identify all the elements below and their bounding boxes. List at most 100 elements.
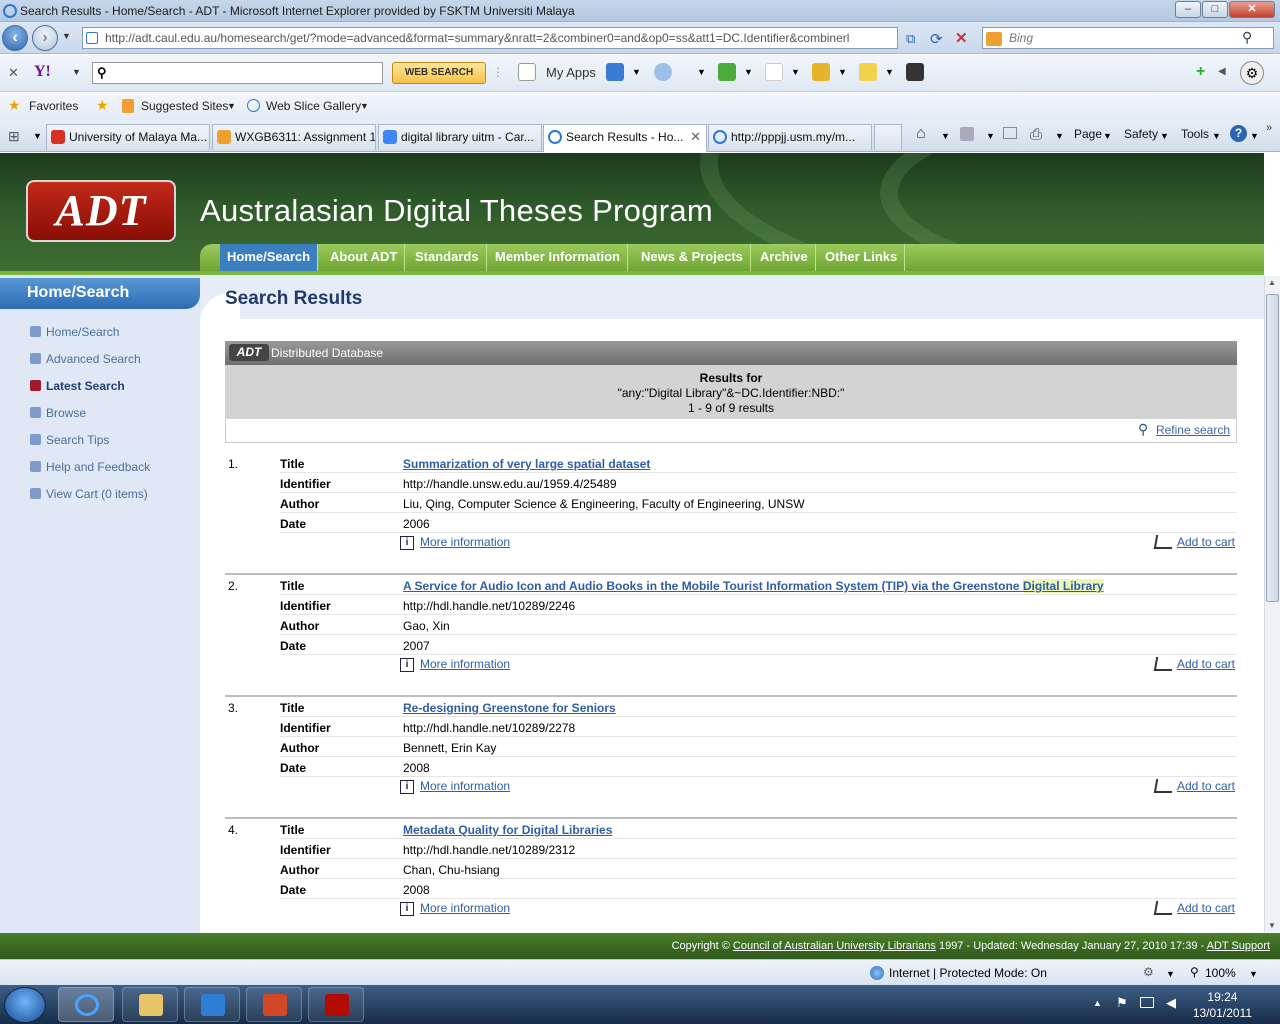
web-search-button[interactable]: WEB SEARCH [392, 62, 486, 84]
taskbar-powerpoint[interactable] [246, 987, 302, 1022]
protected-dropdown-icon[interactable]: ▼ [1166, 969, 1175, 979]
answers-dropdown-icon[interactable]: ▼ [838, 67, 847, 77]
weather-dropdown-icon[interactable]: ▼ [697, 67, 706, 77]
minimize-button[interactable]: – [1175, 1, 1201, 18]
nav-archive[interactable]: Archive [753, 244, 816, 271]
ebay-icon[interactable] [859, 63, 877, 81]
chevron-more-icon[interactable]: » [1266, 122, 1272, 134]
window-title-bar[interactable]: Search Results - Home/Search - ADT - Mic… [0, 0, 1280, 22]
adt-support-link[interactable]: ADT Support [1207, 940, 1270, 952]
web-slice-gallery-link[interactable]: Web Slice Gallery [266, 99, 361, 113]
protected-mode-icon[interactable]: ⚙ [1143, 965, 1154, 979]
safety-menu[interactable]: Safety [1124, 127, 1158, 141]
quick-tabs-icon[interactable]: ⊞ [8, 128, 20, 145]
caul-link[interactable]: Council of Australian University Librari… [733, 940, 936, 952]
tab-search-results[interactable]: Search Results - Ho... ✕ [543, 124, 707, 152]
maximize-button[interactable]: □ [1202, 1, 1228, 18]
sidebar-item-browse[interactable]: Browse [30, 406, 86, 420]
close-tab-icon[interactable]: ✕ [690, 125, 701, 149]
page-menu[interactable]: Page [1074, 127, 1102, 141]
taskbar-ie[interactable] [58, 987, 114, 1022]
scroll-left-icon[interactable]: ◀ [1218, 66, 1226, 77]
my-apps-button[interactable]: My Apps [546, 65, 596, 80]
scroll-up-icon[interactable]: ▲ [1268, 278, 1276, 287]
suggested-sites-link[interactable]: Suggested Sites [141, 99, 228, 113]
tab-list-dropdown-icon[interactable]: ▼ [33, 131, 42, 141]
finance-dropdown-icon[interactable]: ▼ [744, 67, 753, 77]
mail-icon[interactable] [606, 63, 624, 81]
action-center-flag-icon[interactable]: ⚑ [1116, 995, 1128, 1011]
sidebar-item-view-cart[interactable]: View Cart (0 items) [30, 487, 148, 501]
help-icon[interactable]: ? [1230, 125, 1247, 142]
ebay-dropdown-icon[interactable]: ▼ [885, 67, 894, 77]
sidebar-item-home-search[interactable]: Home/Search [30, 325, 119, 339]
zoom-dropdown-icon[interactable]: ▼ [1249, 969, 1258, 979]
tools-menu[interactable]: Tools [1181, 127, 1209, 141]
amazon-icon[interactable] [906, 63, 924, 81]
nav-other-links[interactable]: Other Links [818, 244, 906, 271]
more-information-link[interactable]: i More information [400, 657, 510, 672]
home-icon[interactable]: ⌂ [916, 125, 926, 143]
yahoo-logo[interactable]: Y! [34, 63, 51, 81]
forward-button[interactable]: › [32, 25, 58, 51]
taskbar-media-player[interactable] [184, 987, 240, 1022]
sidebar-item-advanced-search[interactable]: Advanced Search [30, 352, 141, 366]
search-icon[interactable]: ⚲ [1242, 29, 1252, 46]
tools-dropdown-icon[interactable]: ▼ [1212, 131, 1221, 141]
flickr-dropdown-icon[interactable]: ▼ [791, 67, 800, 77]
safety-dropdown-icon[interactable]: ▼ [1160, 131, 1169, 141]
search-box[interactable]: Bing [982, 27, 1274, 49]
taskbar-acrobat[interactable] [308, 987, 364, 1022]
stop-icon[interactable]: ✕ [955, 29, 968, 47]
tab-digital-library-uitm[interactable]: digital library uitm - Car... [378, 124, 542, 150]
add-to-cart-link[interactable]: Add to cart [1153, 901, 1235, 915]
result-title-link[interactable]: A Service for Audio Icon and Audio Books… [403, 579, 1104, 593]
scrollbar-thumb[interactable] [1266, 294, 1279, 602]
home-dropdown-icon[interactable]: ▼ [941, 131, 950, 141]
tab-pppjj-usm[interactable]: http://pppjj.usm.my/m... [708, 124, 872, 150]
page-dropdown-icon[interactable]: ▼ [1103, 131, 1112, 141]
print-icon[interactable]: ⎙ [1030, 126, 1042, 143]
result-title-link[interactable]: Summarization of very large spatial data… [403, 457, 650, 471]
add-to-cart-link[interactable]: Add to cart [1153, 535, 1235, 549]
new-tab-button[interactable] [874, 124, 902, 150]
mail-dropdown-icon[interactable]: ▼ [632, 67, 641, 77]
favorites-button[interactable]: Favorites [29, 99, 78, 113]
add-icon[interactable]: + [1196, 63, 1205, 81]
more-information-link[interactable]: i More information [400, 779, 510, 794]
security-zone[interactable]: Internet | Protected Mode: On [889, 966, 1047, 980]
volume-icon[interactable]: ◀ [1166, 995, 1176, 1011]
zoom-level[interactable]: 100% [1205, 966, 1236, 980]
result-title-link[interactable]: Metadata Quality for Digital Libraries [403, 823, 612, 837]
network-icon[interactable] [1140, 997, 1154, 1008]
compatibility-view-icon[interactable]: ⧉ [906, 31, 915, 47]
sidebar-item-search-tips[interactable]: Search Tips [30, 433, 109, 447]
finance-icon[interactable] [718, 63, 736, 81]
add-to-cart-link[interactable]: Add to cart [1153, 779, 1235, 793]
tab-university-of-malaya[interactable]: University of Malaya Ma... [46, 124, 210, 150]
add-to-cart-link[interactable]: Add to cart [1153, 657, 1235, 671]
more-information-link[interactable]: i More information [400, 535, 510, 550]
close-window-button[interactable]: ✕ [1229, 1, 1275, 18]
answers-icon[interactable] [812, 63, 830, 81]
print-dropdown-icon[interactable]: ▼ [1055, 131, 1064, 141]
sidebar-item-help-feedback[interactable]: Help and Feedback [30, 460, 150, 474]
refine-search-link[interactable]: ⚲ Refine search [1138, 421, 1230, 437]
start-button[interactable] [4, 987, 46, 1023]
close-toolbar-icon[interactable]: ✕ [8, 65, 19, 81]
nav-about-adt[interactable]: About ADT [323, 244, 406, 271]
taskbar-explorer[interactable] [122, 987, 178, 1022]
yahoo-search-input[interactable]: ⚲ [92, 62, 383, 84]
scroll-down-icon[interactable]: ▼ [1268, 921, 1276, 930]
result-title-link[interactable]: Re-designing Greenstone for Seniors [403, 701, 616, 715]
settings-gear-icon[interactable]: ⚙ [1240, 61, 1264, 85]
nav-member-information[interactable]: Member Information [488, 244, 628, 271]
feeds-icon[interactable] [960, 127, 974, 141]
more-information-link[interactable]: i More information [400, 901, 510, 916]
address-bar[interactable]: http://adt.caul.edu.au/homesearch/get/?m… [82, 27, 898, 49]
web-slice-dropdown-icon[interactable]: ▼ [360, 101, 369, 111]
read-mail-icon[interactable] [1003, 127, 1017, 139]
vertical-scrollbar[interactable]: ▲ ▼ [1264, 276, 1280, 932]
show-hidden-icons[interactable]: ▲ [1093, 998, 1102, 1008]
sidebar-item-latest-search[interactable]: Latest Search [30, 379, 125, 393]
